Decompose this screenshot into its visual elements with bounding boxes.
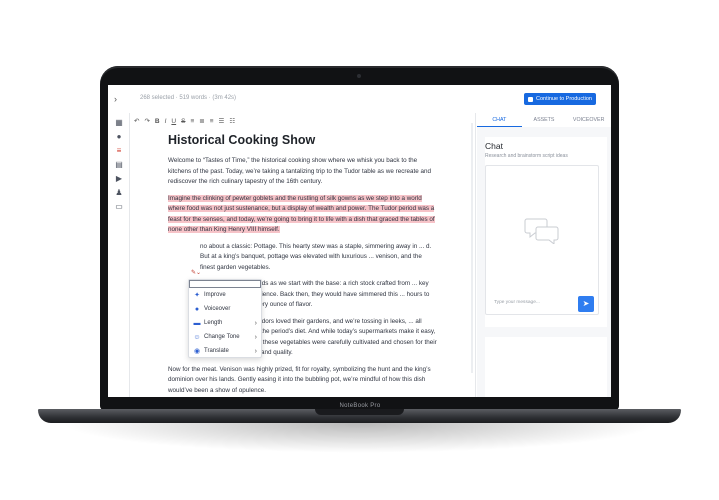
menu-item-translate[interactable]: ◉ Translate ›: [189, 344, 261, 358]
chat-bubbles-icon: [524, 218, 559, 244]
laptop-notch: [315, 409, 404, 415]
chat-panel: Chat Research and brainstorm script idea…: [485, 137, 607, 327]
tab-voiceover[interactable]: VOICEOVER: [566, 113, 611, 127]
strikethrough-button[interactable]: S: [181, 118, 185, 125]
save-icon: [528, 96, 534, 102]
undo-icon[interactable]: ↶: [134, 117, 139, 125]
card-icon[interactable]: ▭: [115, 203, 123, 211]
menu-item-label: Translate: [204, 348, 229, 354]
underline-button[interactable]: U: [171, 118, 176, 125]
tab-assets[interactable]: ASSETS: [522, 113, 567, 127]
editor-pane: ↶ ↷ B I U S ≡ ≣ ≡ ☰ ☷ Historical Cooking…: [130, 113, 476, 397]
microphone-icon: ●: [194, 305, 200, 313]
tone-icon: ☺: [193, 333, 201, 341]
panel-tabs: CHAT ASSETS VOICEOVER: [477, 113, 611, 127]
continue-to-production-button[interactable]: Continue to Production: [524, 93, 596, 105]
redo-icon[interactable]: ↷: [144, 117, 149, 125]
chevron-right-icon: ›: [254, 333, 257, 341]
tab-chat[interactable]: CHAT: [477, 113, 522, 127]
cta-label: Continue to Production: [536, 96, 592, 102]
editor-scrollbar[interactable]: [471, 123, 473, 373]
left-icon-rail: ▦ ● ≡ ▤ ▶ ♟ ▭: [108, 113, 130, 397]
menu-item-length[interactable]: ▬ Length ›: [189, 316, 261, 330]
wand-icon: ✦: [194, 292, 200, 299]
right-panel: CHAT ASSETS VOICEOVER Chat Research and …: [477, 113, 611, 397]
laptop-shadow: [60, 423, 660, 453]
panel-lower-area: [485, 337, 607, 397]
chat-thread: Type your message... ➤: [485, 165, 599, 315]
ai-context-menu: ✦ Improve ● Voiceover ▬ Length › ☺ Chang…: [188, 279, 262, 358]
table-icon[interactable]: ☷: [229, 117, 235, 125]
paragraph[interactable]: no about a classic: Pottage. This hearty…: [168, 242, 438, 274]
paragraph[interactable]: Welcome to “Tastes of Time,” the histori…: [168, 156, 438, 188]
device-brand-label: NoteBook Pro: [339, 403, 381, 409]
italic-button[interactable]: I: [165, 118, 167, 125]
menu-item-change-tone[interactable]: ☺ Change Tone ›: [189, 330, 261, 344]
bold-button[interactable]: B: [155, 118, 160, 125]
format-toolbar: ↶ ↷ B I U S ≡ ≣ ≡ ☰ ☷: [134, 115, 235, 127]
paragraph[interactable]: Now for the meat. Venison was highly pri…: [168, 365, 438, 397]
app-screen: › 268 selected · 519 words · (3m 42s) Co…: [108, 85, 611, 397]
align-right-icon[interactable]: ≡: [210, 118, 214, 125]
menu-item-label: Change Tone: [204, 334, 240, 340]
chevron-right-icon: ›: [254, 319, 257, 327]
top-bar: › 268 selected · 519 words · (3m 42s) Co…: [108, 85, 611, 113]
selection-status: 268 selected · 519 words · (3m 42s): [140, 95, 237, 101]
comment-icon[interactable]: ▤: [115, 161, 123, 169]
ai-assist-chevron-icon[interactable]: ✎⌄: [191, 269, 201, 276]
menu-item-voiceover[interactable]: ● Voiceover: [189, 302, 261, 316]
document-title[interactable]: Historical Cooking Show: [168, 133, 438, 147]
grid-icon[interactable]: ▦: [115, 119, 123, 127]
chat-subtitle: Research and brainstorm script ideas: [485, 153, 568, 159]
message-input[interactable]: Type your message...: [490, 294, 580, 312]
selection-highlight[interactable]: Imagine the clinking of pewter goblets a…: [168, 194, 435, 233]
script-icon[interactable]: ≡: [115, 147, 123, 155]
menu-item-label: Improve: [204, 292, 226, 298]
chat-title: Chat: [485, 141, 503, 151]
send-button[interactable]: ➤: [578, 296, 594, 312]
send-icon: ➤: [582, 299, 590, 308]
align-center-icon[interactable]: ≣: [199, 117, 204, 125]
globe-icon: ◉: [193, 348, 201, 355]
context-menu-input[interactable]: [189, 280, 261, 288]
list-icon[interactable]: ☰: [219, 117, 225, 125]
collapse-sidebar-icon[interactable]: ›: [114, 94, 117, 104]
paragraph-selected[interactable]: Imagine the clinking of pewter goblets a…: [168, 194, 438, 236]
menu-item-label: Voiceover: [204, 306, 231, 312]
person-icon[interactable]: ♟: [115, 189, 123, 197]
menu-item-label: Length: [204, 320, 223, 326]
menu-item-improve[interactable]: ✦ Improve: [189, 288, 261, 302]
align-left-icon[interactable]: ≡: [190, 118, 194, 125]
chevron-right-icon: ›: [254, 347, 257, 355]
play-icon[interactable]: ▶: [115, 175, 123, 183]
length-icon: ▬: [193, 319, 201, 327]
camera-icon: [357, 74, 361, 78]
lightbulb-icon[interactable]: ●: [115, 133, 123, 141]
